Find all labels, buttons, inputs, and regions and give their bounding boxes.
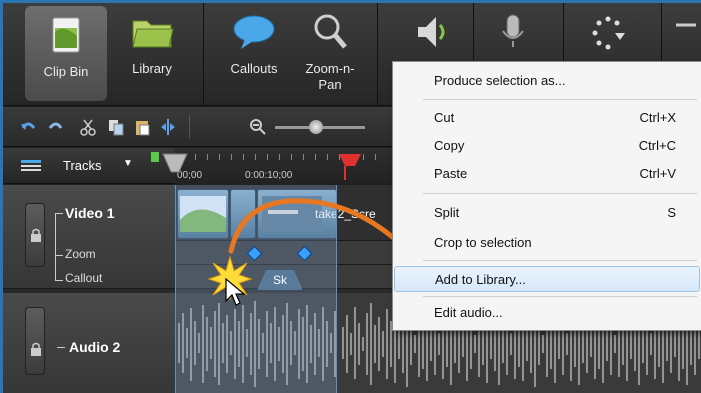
menu-item-cut[interactable]: Cut Ctrl+X	[394, 105, 700, 131]
context-menu: Produce selection as... Cut Ctrl+X Copy Ct…	[392, 61, 701, 331]
menu-separator	[423, 99, 697, 100]
menu-item-split[interactable]: Split S	[394, 200, 700, 226]
menu-item-produce-selection[interactable]: Produce selection as...	[394, 68, 700, 94]
menu-item-crop-to-selection[interactable]: Crop to selection	[394, 230, 700, 256]
app-window: Clip Bin Library Callouts Zoom-n- Pan Tr…	[0, 0, 701, 393]
menu-separator	[423, 296, 697, 297]
menu-item-add-to-library[interactable]: Add to Library...	[394, 266, 700, 292]
menu-item-paste[interactable]: Paste Ctrl+V	[394, 161, 700, 187]
menu-separator	[423, 193, 697, 194]
menu-item-copy[interactable]: Copy Ctrl+C	[394, 133, 700, 159]
menu-separator	[423, 260, 697, 261]
menu-item-edit-audio[interactable]: Edit audio...	[394, 300, 700, 326]
